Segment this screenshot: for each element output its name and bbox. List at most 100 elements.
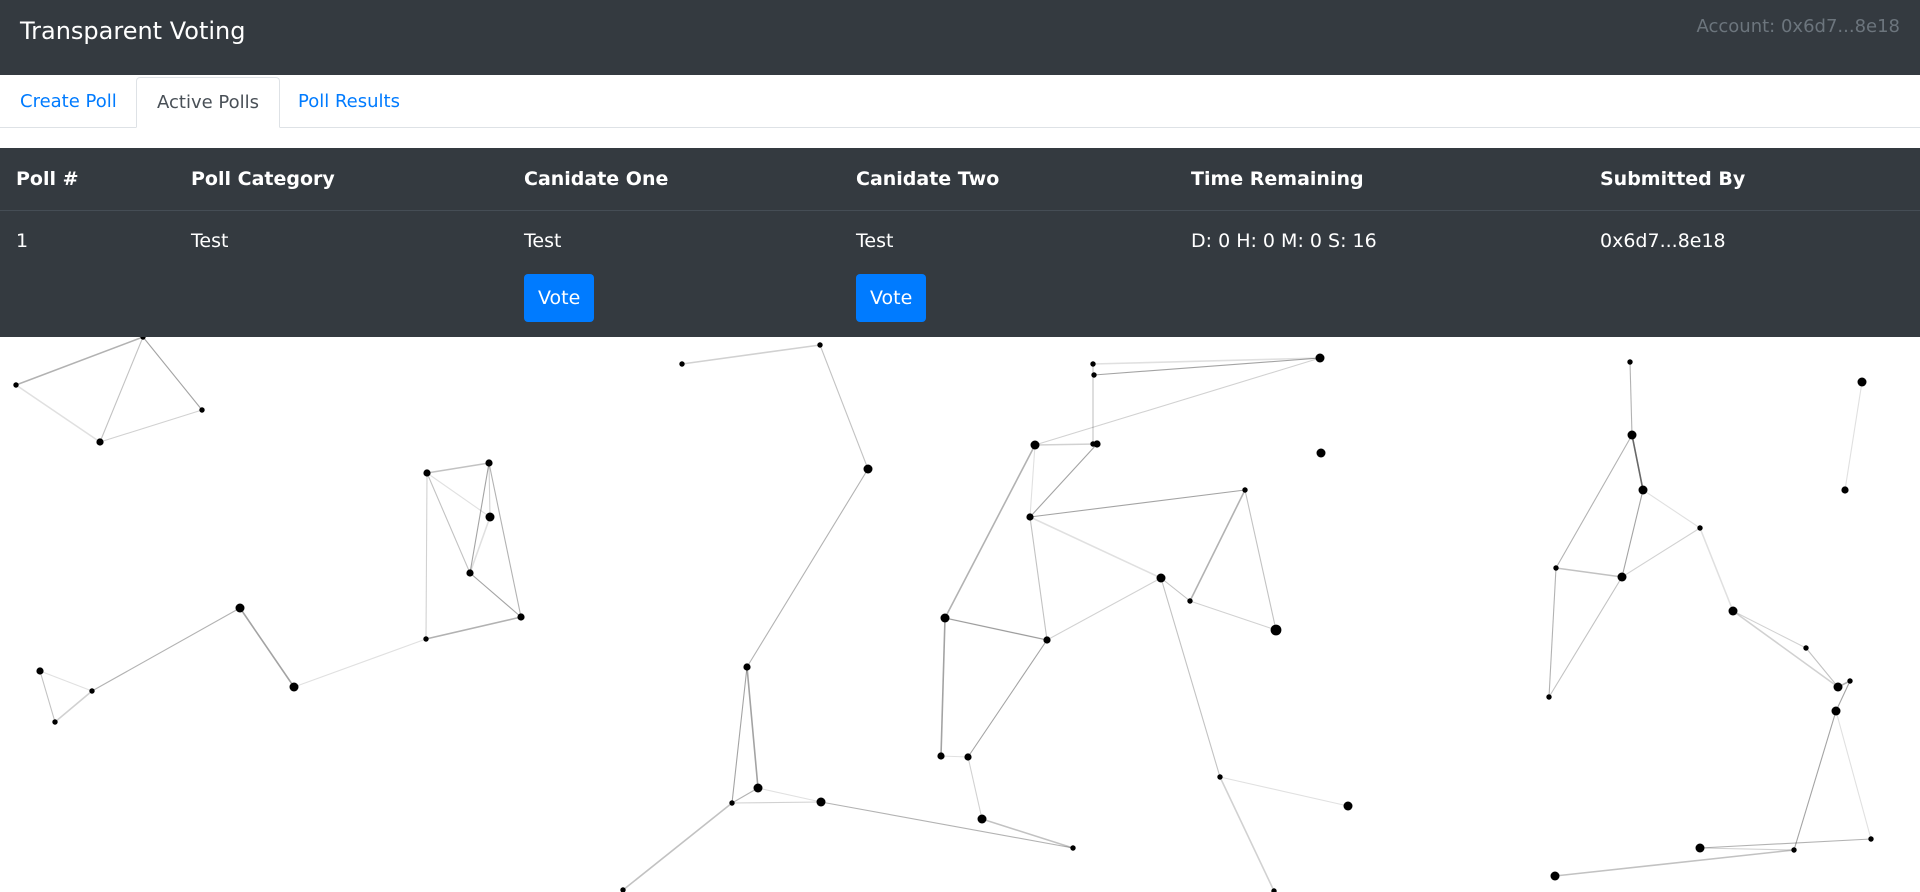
app-title: Transparent Voting [20, 17, 246, 45]
network-edge [944, 617, 1048, 641]
header-candidate-one: Canidate One [524, 168, 669, 190]
network-edge [1555, 567, 1623, 578]
network-edge [944, 444, 1036, 619]
network-node [937, 752, 945, 760]
network-background [13, 69, 1874, 892]
network-edge [1029, 444, 1036, 518]
network-edge [731, 666, 748, 804]
header-poll-number: Poll # [16, 168, 79, 190]
network-node [1627, 430, 1637, 440]
network-node [1187, 598, 1193, 604]
network-edge [239, 607, 295, 688]
network-edge [1548, 576, 1623, 698]
network-edge [1835, 710, 1872, 840]
network-node [1090, 361, 1096, 367]
network-node [1847, 678, 1853, 684]
network-edge [1844, 381, 1863, 491]
network-edge [1034, 443, 1098, 446]
network-edge [1554, 849, 1795, 877]
network-node [1868, 836, 1874, 842]
network-node [753, 783, 763, 793]
network-edge [1732, 610, 1839, 688]
network-edge [1029, 443, 1098, 518]
network-edge [1699, 527, 1734, 612]
network-edge [967, 756, 983, 820]
network-edge [1621, 527, 1701, 578]
network-node [1695, 843, 1705, 853]
network-node [1091, 372, 1097, 378]
network-node [1343, 801, 1353, 811]
network-node [1242, 487, 1248, 493]
network-node [235, 603, 245, 613]
vote-candidate-one-button[interactable]: Vote [524, 274, 595, 322]
network-node [1638, 485, 1648, 495]
network-node [1697, 525, 1703, 531]
network-edge [425, 616, 522, 640]
network-node [289, 682, 299, 692]
network-edge [1160, 577, 1191, 602]
cell-time-remaining: D: 0 H: 0 M: 0 S: 16 [1191, 230, 1377, 252]
network-node [517, 613, 525, 621]
network-node [466, 569, 474, 577]
tab-active-polls[interactable]: Active Polls [136, 77, 281, 128]
header-time-remaining: Time Remaining [1191, 168, 1364, 190]
network-edge [425, 472, 428, 640]
network-node [1030, 440, 1040, 450]
network-edge [1029, 516, 1048, 641]
network-node [1270, 624, 1282, 636]
network-edge [1793, 710, 1837, 851]
network-edge [940, 617, 946, 757]
tab-poll-results[interactable]: Poll Results [278, 77, 420, 126]
network-edge [426, 462, 490, 474]
network-edge [681, 344, 821, 365]
network-edge [757, 787, 822, 803]
network-edge [142, 336, 203, 411]
network-node [485, 512, 495, 522]
network-edge [99, 336, 144, 443]
network-edge [1548, 567, 1557, 698]
vote-candidate-two-button[interactable]: Vote [856, 274, 927, 322]
network-node [1841, 486, 1849, 494]
network-node [1833, 682, 1843, 692]
network-node [423, 636, 429, 642]
network-node [1831, 706, 1841, 716]
network-edge [622, 802, 733, 891]
network-node [679, 361, 685, 367]
network-node [816, 797, 826, 807]
tab-create-poll[interactable]: Create Poll [0, 77, 137, 126]
network-node [199, 407, 205, 413]
network-edge [1046, 577, 1162, 641]
network-edge [1029, 489, 1246, 518]
network-node [52, 719, 58, 725]
network-node [1550, 871, 1560, 881]
network-edge [488, 462, 491, 518]
network-node [1316, 448, 1326, 458]
network-edge [746, 468, 869, 668]
network-edge [1189, 489, 1246, 602]
network-node [1857, 377, 1867, 387]
network-edge [99, 409, 203, 443]
network-node [1315, 353, 1325, 363]
account-address: Account: 0x6d7...8e18 [1696, 16, 1901, 37]
network-node [1803, 645, 1809, 651]
header-poll-category: Poll Category [191, 168, 335, 190]
table-header: Poll # Poll Category Canidate One Canida… [0, 148, 1920, 211]
cell-poll-category: Test [191, 230, 229, 252]
network-edge [819, 344, 869, 470]
network-node [1217, 774, 1223, 780]
network-node [1617, 572, 1627, 582]
network-node [817, 342, 823, 348]
network-edge [820, 801, 1074, 849]
network-edge [91, 607, 241, 692]
network-edge [731, 801, 822, 804]
network-edge [293, 638, 427, 688]
network-node [729, 800, 735, 806]
navbar: Transparent Voting Account: 0x6d7...8e18 [0, 0, 1920, 75]
network-node [1627, 359, 1633, 365]
network-edge [1219, 776, 1349, 807]
network-edge [1555, 434, 1633, 569]
network-edge [1642, 489, 1701, 529]
network-node [1070, 845, 1076, 851]
network-node [1156, 573, 1166, 583]
network-edge [1732, 610, 1807, 649]
